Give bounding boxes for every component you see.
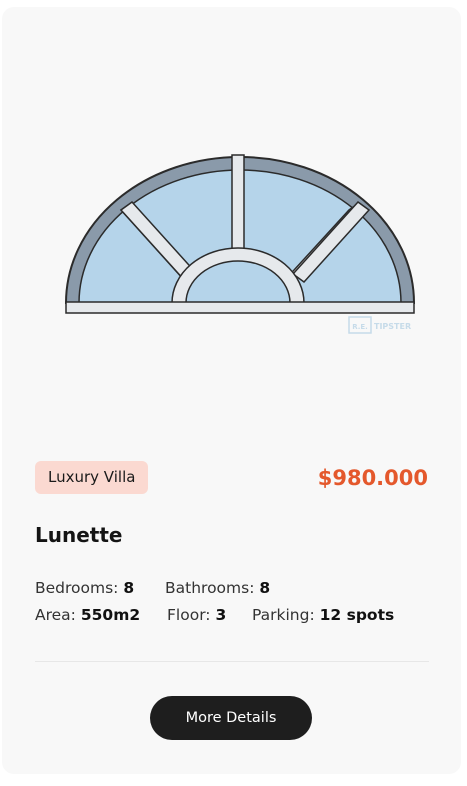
divider (35, 661, 429, 662)
property-price: $980.000 (317, 466, 428, 490)
spec-floor: Floor: 3 (167, 604, 226, 626)
spec-area-value: 550m2 (80, 606, 141, 624)
spec-parking: Parking: 12 spots (252, 604, 394, 626)
spec-floor-value: 3 (215, 606, 227, 624)
spec-parking-label: Parking: (252, 606, 315, 624)
svg-text:R.E.: R.E. (352, 323, 368, 331)
spec-bedrooms: Bedrooms: 8 (35, 577, 134, 599)
spec-parking-value: 12 spots (319, 606, 395, 624)
property-image[interactable]: R.E. TIPSTER (60, 147, 420, 337)
spec-area: Area: 550m2 (35, 604, 140, 626)
spec-bedrooms-label: Bedrooms: (35, 579, 119, 597)
watermark-logo: R.E. TIPSTER (348, 316, 411, 334)
svg-text:TIPSTER: TIPSTER (374, 322, 411, 331)
spec-bathrooms-value: 8 (259, 579, 271, 597)
property-title: Lunette (35, 523, 123, 547)
spec-floor-label: Floor: (167, 606, 211, 624)
lunette-window-illustration: R.E. TIPSTER (64, 154, 416, 334)
spec-area-label: Area: (35, 606, 76, 624)
spec-bathrooms-label: Bathrooms: (165, 579, 255, 597)
spec-bathrooms: Bathrooms: 8 (165, 577, 270, 599)
more-details-button[interactable]: More Details (150, 696, 312, 740)
category-badge: Luxury Villa (35, 461, 149, 494)
property-card: R.E. TIPSTER Luxury Villa $980.000 Lunet… (2, 7, 461, 774)
spec-bedrooms-value: 8 (123, 579, 135, 597)
